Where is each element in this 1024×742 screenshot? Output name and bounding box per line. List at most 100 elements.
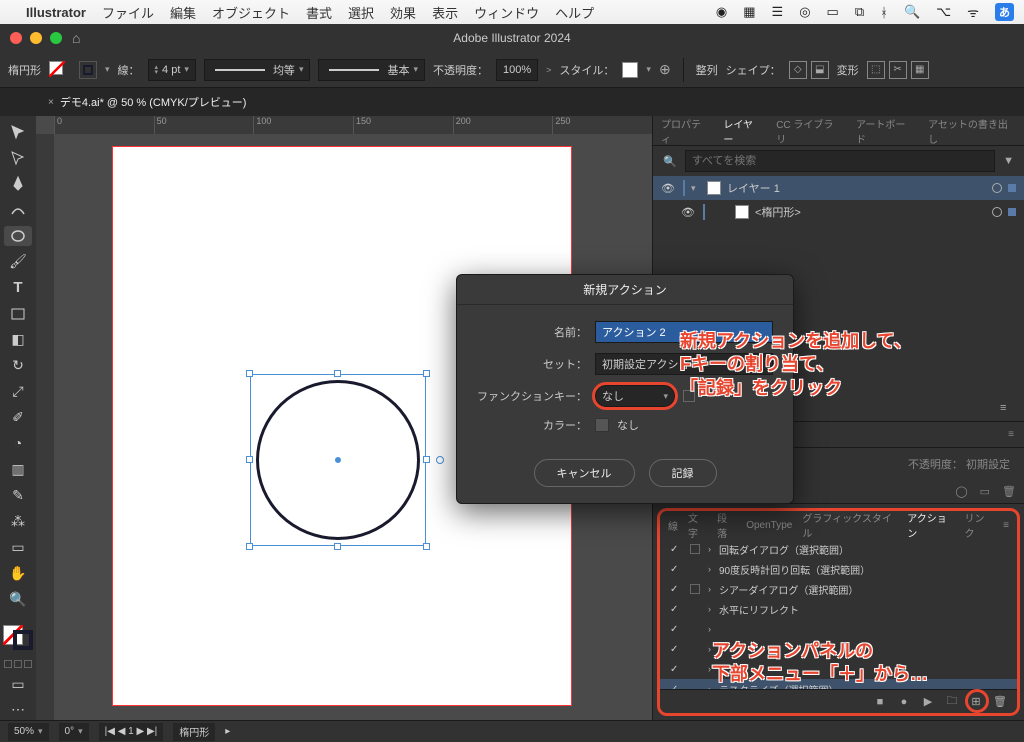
stroke-profile[interactable]: 均等 ▾ <box>204 59 311 81</box>
clip-icon[interactable]: ✂ <box>889 61 907 79</box>
pen-tool[interactable] <box>4 174 32 194</box>
edit-toolbar-icon[interactable]: ⋯ <box>4 700 32 720</box>
panel-menu-icon[interactable]: ≡ <box>1000 402 1016 416</box>
handle-tl[interactable] <box>246 370 253 377</box>
menu-select[interactable]: 選択 <box>348 3 374 22</box>
symbolspray-tool[interactable]: ⁂ <box>4 511 32 531</box>
transform-label[interactable]: 変形 <box>837 62 859 78</box>
menu-object[interactable]: オブジェクト <box>212 3 290 22</box>
fill-stroke-mini[interactable] <box>49 61 71 79</box>
close-icon[interactable] <box>10 32 22 44</box>
tab-layers[interactable]: レイヤー <box>723 116 762 146</box>
handle-bl[interactable] <box>246 543 253 550</box>
nav-arrow-icon[interactable]: ▸ <box>225 726 230 737</box>
hand-tool[interactable]: ✋ <box>4 563 32 583</box>
tab-char[interactable]: 文字 <box>688 510 707 540</box>
rotate-tool[interactable]: ↻ <box>4 356 32 376</box>
handle-tm[interactable] <box>334 370 341 377</box>
screen-mode-icon[interactable]: ▭ <box>4 674 32 694</box>
visibility-icon[interactable]: 👁 <box>681 206 697 219</box>
ellipse-tool[interactable] <box>4 226 32 246</box>
menu-help[interactable]: ヘルプ <box>555 3 594 22</box>
handle-tr[interactable] <box>423 370 430 377</box>
color-mode-icons[interactable] <box>4 660 32 668</box>
action-row[interactable]: ✓› <box>660 619 1017 639</box>
menu-window[interactable]: ウィンドウ <box>474 3 539 22</box>
handle-br[interactable] <box>423 543 430 550</box>
tab-asset-export[interactable]: アセットの書き出し <box>928 116 1016 146</box>
play-icon[interactable]: ▶ <box>921 695 935 709</box>
tab-artboards[interactable]: アートボード <box>856 116 914 146</box>
record-icon[interactable]: ● <box>897 695 911 709</box>
menu-edit[interactable]: 編集 <box>170 3 196 22</box>
close-tab-icon[interactable]: × <box>48 97 54 108</box>
new-set-icon[interactable]: 🗀 <box>945 695 959 709</box>
menu-view[interactable]: 表示 <box>432 3 458 22</box>
tab-opentype[interactable]: OpenType <box>746 520 792 531</box>
opacity-chev[interactable]: > <box>546 65 551 75</box>
panel-menu-icon[interactable]: ≡ <box>1003 520 1009 531</box>
eraser-tool[interactable]: ◧ <box>4 330 32 350</box>
clear-icon[interactable]: ◯ <box>955 485 967 498</box>
input-source[interactable]: あ <box>995 3 1014 21</box>
paintbrush-tool[interactable]: 🖌 <box>4 252 32 272</box>
tab-links[interactable]: リンク <box>965 510 994 540</box>
direct-select-tool[interactable] <box>4 148 32 168</box>
rotate-handle[interactable] <box>436 456 444 464</box>
tab-gstyle[interactable]: グラフィックスタイル <box>802 510 897 540</box>
curvature-tool[interactable] <box>4 200 32 220</box>
trash-icon[interactable]: 🗑 <box>993 695 1007 709</box>
action-row[interactable]: ✓›水平にリフレクト <box>660 599 1017 619</box>
tab-actions[interactable]: アクション <box>907 510 954 540</box>
stop-icon[interactable]: ■ <box>873 695 887 709</box>
opacity-field[interactable]: 100% <box>496 59 538 81</box>
zoom-icon[interactable] <box>50 32 62 44</box>
minimize-icon[interactable] <box>30 32 42 44</box>
selection-tool[interactable] <box>4 122 32 142</box>
recolor-icon[interactable]: ⊕ <box>659 61 671 78</box>
tray1-icon[interactable]: ▦ <box>743 4 755 20</box>
isolate-icon[interactable]: ⬚ <box>867 61 885 79</box>
tab-para[interactable]: 段落 <box>717 510 736 540</box>
artboard-tool[interactable]: ▭ <box>4 537 32 557</box>
align-label[interactable]: 整列 <box>696 62 718 78</box>
display-icon[interactable]: ▭ <box>827 4 839 20</box>
stroke-weight-field[interactable]: ▴▾ 4 pt ▾ <box>148 59 196 81</box>
stroke-swatch-chev[interactable]: ▾ <box>105 64 110 75</box>
selected-ellipse[interactable] <box>250 374 426 546</box>
bluetooth-icon[interactable]: ᚼ <box>880 5 888 20</box>
shapebuilder-tool[interactable]: ◔ <box>4 433 32 453</box>
fill-stroke-box[interactable] <box>3 625 33 650</box>
filter-icon[interactable]: ▼ <box>1003 155 1014 167</box>
artboard-nav[interactable]: |◀ ◀ 1 ▶ ▶| <box>99 723 164 741</box>
stroke-swatch[interactable] <box>79 61 97 79</box>
eyedropper-tool[interactable]: ✎ <box>4 485 32 505</box>
spotlight-icon[interactable]: 🔍 <box>904 4 920 20</box>
zoom-field[interactable]: 50%▾ <box>8 723 49 741</box>
rec-icon[interactable]: ◉ <box>716 4 727 20</box>
width-tool[interactable]: ✐ <box>4 407 32 427</box>
tab-properties[interactable]: プロパティ <box>661 116 709 146</box>
brush-def[interactable]: 基本 ▾ <box>318 59 425 81</box>
gradient-tool[interactable]: ▥ <box>4 459 32 479</box>
screens-icon[interactable]: ⧉ <box>855 4 864 20</box>
cancel-button[interactable]: キャンセル <box>534 459 635 487</box>
action-row[interactable]: ✓›90度反時計回り回転（選択範囲） <box>660 559 1017 579</box>
action-row[interactable]: ✓›回転ダイアログ（選択範囲） <box>660 539 1017 559</box>
line-icon[interactable]: ◎ <box>799 4 810 20</box>
action-row[interactable]: ✓›シアーダイアログ（選択範囲） <box>660 579 1017 599</box>
twisty-icon[interactable]: ▾ <box>691 183 701 194</box>
control-center-icon[interactable]: ⌥ <box>936 4 951 20</box>
app-name[interactable]: Illustrator <box>26 5 86 20</box>
document-tab[interactable]: × デモ4.ai* @ 50 % (CMYK/プレビュー) <box>40 94 254 110</box>
scale-tool[interactable]: ⤢ <box>4 382 32 402</box>
wifi-icon[interactable]: ᯤ <box>967 3 979 21</box>
style-swatch[interactable] <box>622 62 638 78</box>
trash-icon[interactable]: 🗑 <box>1002 485 1016 498</box>
layer-search-input[interactable] <box>685 150 995 172</box>
visibility-icon[interactable]: 👁 <box>661 182 677 195</box>
record-button[interactable]: 記録 <box>649 459 717 487</box>
new-fill-icon[interactable]: ▭ <box>980 485 990 498</box>
menu-file[interactable]: ファイル <box>102 3 154 22</box>
target-icon[interactable] <box>992 207 1002 217</box>
